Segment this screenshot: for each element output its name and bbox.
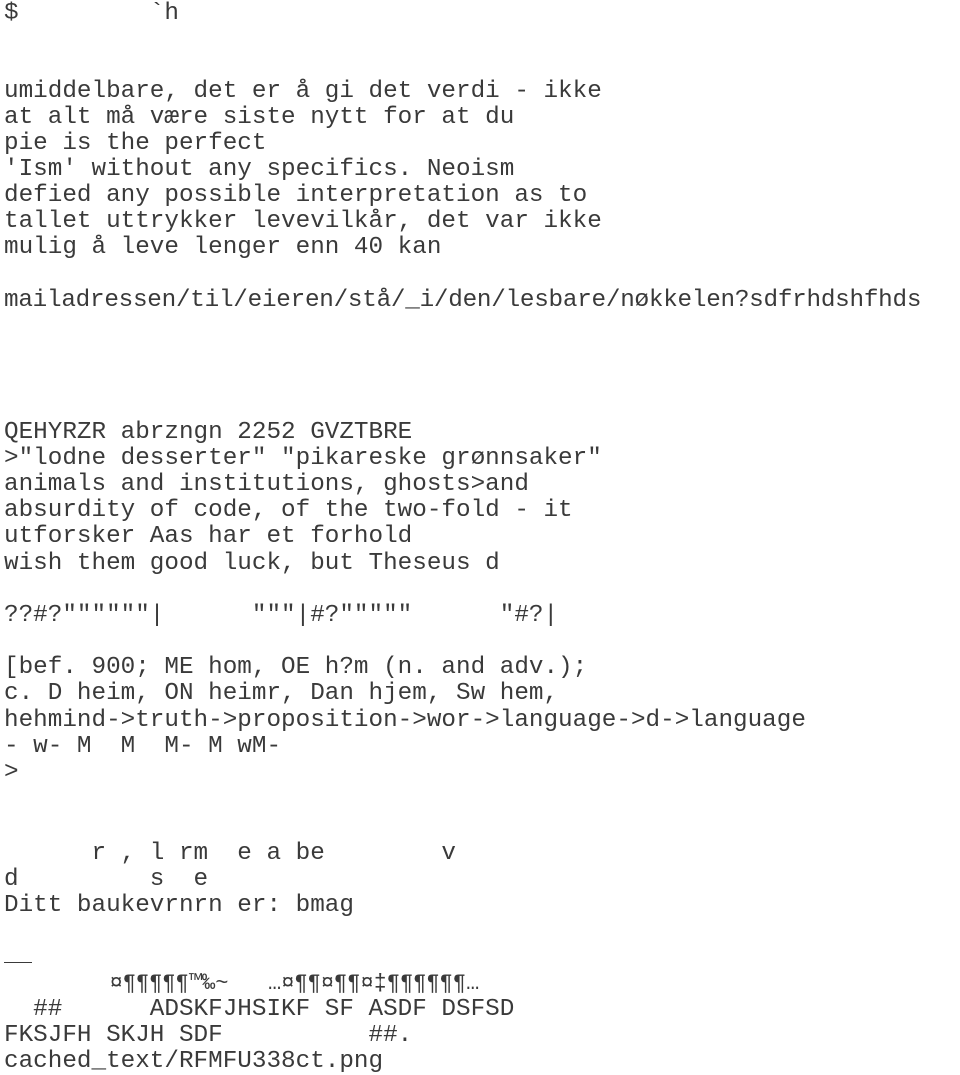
text-line: > bbox=[4, 759, 19, 786]
text-line: QEHYRZR abrzngn 2252 GVZTBRE bbox=[4, 419, 413, 446]
text-line: [bef. 900; ME hom, OE h?m (n. and adv.); bbox=[4, 654, 588, 681]
glyph-line: ¤¶¶¶¶¶™‰~ …¤¶¶¤¶¶¤‡¶¶¶¶¶¶… bbox=[4, 971, 480, 996]
text-line: 'Ism' without any specifics. Neoism bbox=[4, 156, 515, 183]
text-line: - w- M M M- M wM- bbox=[4, 733, 282, 760]
horizontal-rule bbox=[4, 962, 32, 963]
text-line: r , l rm e a be v bbox=[4, 840, 456, 867]
path-line: mailadressen/til/eieren/stå/_i/den/lesba… bbox=[4, 287, 922, 314]
text-line: ## ADSKFJHSIKF SF ASDF DSFSD bbox=[4, 996, 515, 1023]
text-line: defied any possible interpretation as to bbox=[4, 182, 588, 209]
text-line: FKSJFH SKJH SDF ##. bbox=[4, 1022, 413, 1049]
text-line: d s e bbox=[4, 866, 209, 893]
header-line: $ `h bbox=[4, 0, 179, 27]
text-line: mulig å leve lenger enn 40 kan bbox=[4, 234, 442, 261]
text-line: >"lodne desserter" "pikareske grønnsaker… bbox=[4, 445, 602, 472]
text-line: hehmind->truth->proposition->wor->langua… bbox=[4, 707, 806, 734]
text-line: umiddelbare, det er å gi det verdi - ikk… bbox=[4, 78, 602, 105]
file-path-line: cached_text/RFMFU338ct.png bbox=[4, 1048, 384, 1075]
text-line: tallet uttrykker levevilkår, det var ikk… bbox=[4, 208, 602, 235]
text-line: Ditt baukevrnrn er: bmag bbox=[4, 892, 354, 919]
text-line: utforsker Aas har et forhold bbox=[4, 523, 413, 550]
text-line: c. D heim, ON heimr, Dan hjem, Sw hem, bbox=[4, 680, 559, 707]
text-line: pie is the perfect bbox=[4, 130, 267, 157]
text-line: animals and institutions, ghosts>and bbox=[4, 471, 529, 498]
symbol-line: ??#?""""""| """|#?""""" "#?| bbox=[4, 602, 559, 629]
text-line: wish them good luck, but Theseus d bbox=[4, 550, 500, 577]
text-line: absurdity of code, of the two-fold - it bbox=[4, 497, 573, 524]
text-line: at alt må være siste nytt for at du bbox=[4, 104, 515, 131]
